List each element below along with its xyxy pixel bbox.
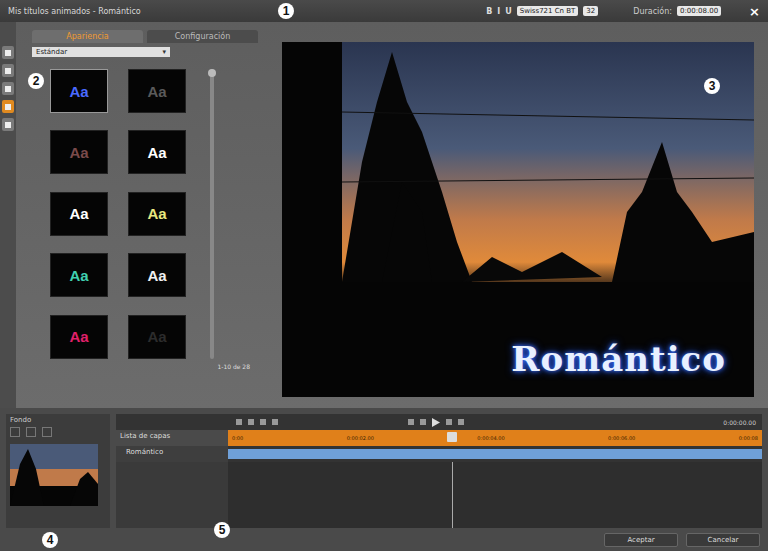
bottom-area: Fondo 0:00:00.00 Lista de capas 0:000:00… xyxy=(0,408,768,528)
preview-canvas[interactable]: Romántico xyxy=(282,42,754,397)
side-tab[interactable] xyxy=(2,82,14,95)
title-bar: Mis títulos animados - Romántico BIU Swi… xyxy=(0,0,768,22)
layer-clip[interactable] xyxy=(228,449,762,459)
layer-name[interactable]: Romántico xyxy=(116,446,228,462)
side-tabs xyxy=(0,22,16,408)
toolbar: BIU Swiss721 Cn BT 32 Duración: 0:00:08.… xyxy=(486,6,721,16)
timecode: 0:00:00.00 xyxy=(723,419,756,426)
side-tab[interactable] xyxy=(2,118,14,131)
preset-thumbnail[interactable]: Aa xyxy=(128,253,186,297)
duration-label: Duración: xyxy=(633,7,672,16)
preset-thumbnail[interactable]: Aa xyxy=(128,192,186,236)
preset-grid: Aa Aa Aa Aa Aa Aa Aa Aa Aa Aa xyxy=(50,69,186,359)
preset-thumbnail[interactable]: Aa xyxy=(50,192,108,236)
category-dropdown[interactable]: Estándar▾ xyxy=(32,47,170,57)
preset-thumbnail[interactable]: Aa xyxy=(128,130,186,174)
preset-count: 1-10 de 28 xyxy=(32,363,258,370)
main-area: AparienciaConfiguración Estándar▾ AaAaAa… xyxy=(0,22,768,408)
dialog-button[interactable]: Cancelar xyxy=(686,533,760,547)
footer: Aceptar Cancelar xyxy=(0,528,768,551)
tab-icon xyxy=(5,104,11,110)
dropdown-arrow-icon: ▾ xyxy=(162,48,166,56)
tab-icon xyxy=(5,68,11,74)
callout-marker: 2 xyxy=(28,73,44,89)
side-tab[interactable] xyxy=(2,64,14,77)
callout-marker: 1 xyxy=(278,3,294,19)
background-thumbnail[interactable] xyxy=(10,444,98,506)
play-icon[interactable] xyxy=(432,418,440,427)
timeline: 0:00:00.00 Lista de capas 0:000:00:02.00… xyxy=(116,414,762,528)
callout-marker: 5 xyxy=(214,522,230,538)
format-button[interactable]: I xyxy=(497,7,500,16)
size-field[interactable]: 32 xyxy=(583,6,598,16)
background-panel: Fondo xyxy=(6,414,110,528)
title-text[interactable]: Romántico xyxy=(511,339,726,379)
layers-header: Lista de capas xyxy=(116,430,228,446)
preset-thumbnail[interactable]: Aa xyxy=(50,69,108,113)
presets-panel: AparienciaConfiguración Estándar▾ AaAaAa… xyxy=(16,22,264,408)
format-button[interactable]: B xyxy=(486,7,492,16)
time-ruler[interactable]: 0:000:00:02.000:00:04.000:00:06.000:00:0… xyxy=(228,430,762,446)
background-label: Fondo xyxy=(10,416,106,424)
callout-marker: 3 xyxy=(704,78,720,94)
tab-icon xyxy=(5,86,11,92)
transport-controls xyxy=(408,418,713,427)
preset-thumbnail[interactable]: Aa xyxy=(128,315,186,359)
close-button[interactable]: × xyxy=(749,4,760,19)
tab-bar: Apariencia Configuración xyxy=(32,30,258,43)
preset-thumbnail[interactable]: Aa xyxy=(128,69,186,113)
window-title: Mis títulos animados - Romántico xyxy=(8,7,478,16)
title-editor-window: Mis títulos animados - Romántico BIU Swi… xyxy=(0,0,768,551)
font-field[interactable]: Swiss721 Cn BT xyxy=(517,6,579,16)
scrollbar[interactable] xyxy=(210,69,214,359)
side-tab[interactable] xyxy=(2,100,14,113)
side-tab[interactable] xyxy=(2,46,14,59)
playhead[interactable] xyxy=(447,432,457,442)
duration-field[interactable]: 0:00:08.00 xyxy=(677,6,721,16)
tab[interactable]: Apariencia xyxy=(32,30,143,43)
format-button[interactable]: U xyxy=(505,7,512,16)
tab[interactable]: Configuración xyxy=(147,30,258,43)
preset-thumbnail[interactable]: Aa xyxy=(50,130,108,174)
callout-marker: 4 xyxy=(42,532,58,548)
tab-icon xyxy=(5,50,11,56)
tab-icon xyxy=(5,122,11,128)
background-image xyxy=(10,444,98,506)
timeline-toolbar: 0:00:00.00 xyxy=(116,414,762,430)
preset-thumbnail[interactable]: Aa xyxy=(50,253,108,297)
preset-thumbnail[interactable]: Aa xyxy=(50,315,108,359)
dialog-button[interactable]: Aceptar xyxy=(604,533,678,547)
